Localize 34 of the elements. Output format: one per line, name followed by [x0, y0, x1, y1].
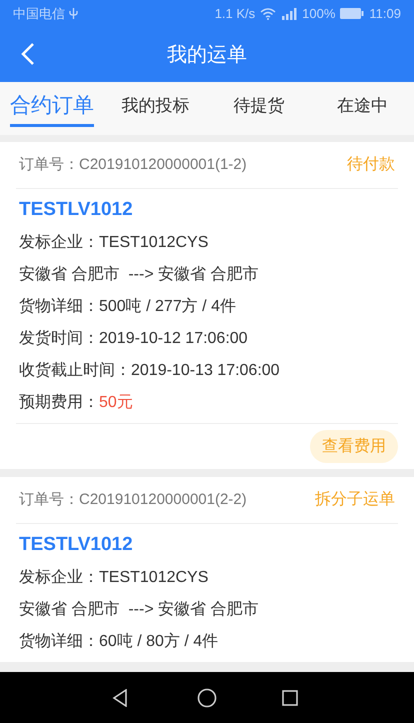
- shipment-name: TESTLV1012: [19, 198, 134, 222]
- tab[interactable]: 合约订单: [10, 90, 94, 127]
- triangle-icon: [112, 688, 128, 706]
- tab[interactable]: 在途中: [336, 93, 388, 124]
- detail-line: 安徽省 合肥市 ---> 安徽省 合肥市: [19, 264, 260, 285]
- signal-icon: [281, 8, 298, 20]
- back-icon: [21, 42, 35, 66]
- tab[interactable]: 待提货: [233, 93, 284, 124]
- order-number: 订单号：C201910120000001(2-2): [19, 490, 247, 510]
- network-speed: 1.1 K/s: [214, 4, 256, 23]
- shipment-name: TESTLV1012: [19, 533, 134, 557]
- page-title: 我的运单: [167, 42, 247, 68]
- cost-label: 预期费用：: [19, 392, 99, 413]
- home-nav-button[interactable]: [196, 688, 217, 708]
- order-status: 拆分子运单: [315, 490, 395, 510]
- clock-time: 11:09: [369, 4, 401, 23]
- detail-line: 发货时间：2019-10-12 17:06:00: [19, 328, 249, 349]
- circle-icon: [196, 688, 217, 708]
- wifi-icon: [260, 8, 276, 20]
- battery-percent: 100%: [302, 4, 336, 23]
- battery-icon: [340, 8, 364, 19]
- order-number: 订单号：C201910120000001(1-2): [19, 154, 247, 175]
- usb-icon: [69, 7, 78, 20]
- detail-line: 货物详细：60吨 / 80方 / 4件: [19, 632, 220, 652]
- detail-line: 安徽省 合肥市 ---> 安徽省 合肥市: [19, 600, 260, 620]
- order-status: 待付款: [347, 155, 395, 175]
- carrier-name: 中国电信: [13, 4, 65, 23]
- detail-line: 货物详细：500吨 / 277方 / 4件: [19, 296, 237, 317]
- square-icon: [282, 690, 298, 706]
- tab[interactable]: 我的投标: [121, 93, 190, 124]
- detail-line: 发标企业：TEST1012CYS: [19, 568, 210, 588]
- cost-value: 50元: [99, 393, 133, 413]
- detail-line: 收货截止时间：2019-10-13 17:06:00: [19, 360, 281, 381]
- detail-line: 发标企业：TEST1012CYS: [19, 232, 210, 253]
